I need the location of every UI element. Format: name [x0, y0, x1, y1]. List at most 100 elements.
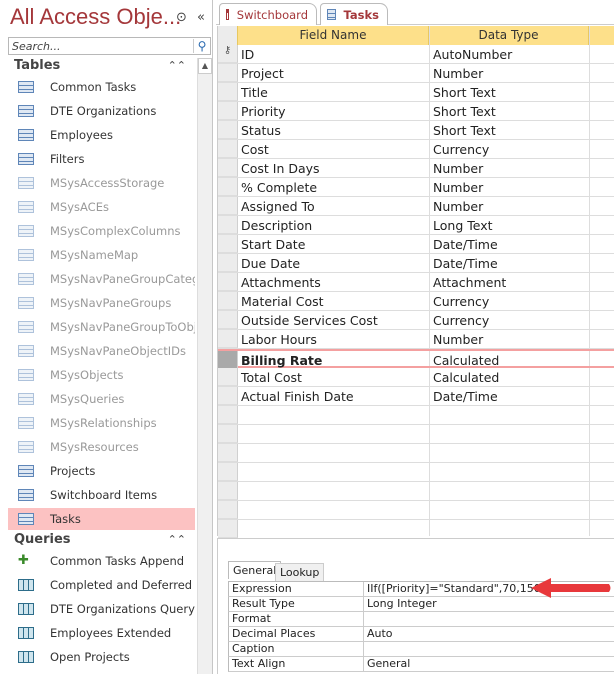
nav-item[interactable]: Switchboard Items: [8, 484, 195, 506]
row-selector[interactable]: [218, 292, 238, 310]
data-type-cell[interactable]: Number: [433, 180, 483, 195]
field-row[interactable]: Outside Services Cost Currency: [218, 311, 614, 330]
empty-row[interactable]: [218, 520, 614, 539]
field-name-cell[interactable]: Description: [241, 218, 312, 233]
collapse-icon[interactable]: ⌃⌃: [168, 56, 186, 76]
field-row[interactable]: Priority Short Text: [218, 102, 614, 121]
row-selector[interactable]: [218, 351, 238, 369]
field-name-cell[interactable]: Assigned To: [241, 199, 315, 214]
row-selector[interactable]: [218, 520, 238, 538]
field-row[interactable]: ⚷ ID AutoNumber: [218, 45, 614, 64]
nav-item[interactable]: MSysQueries: [8, 388, 195, 410]
nav-item[interactable]: Employees Extended: [8, 622, 195, 644]
tab-lookup[interactable]: Lookup: [275, 563, 325, 581]
row-selector[interactable]: [218, 273, 238, 291]
tab-tasks[interactable]: Tasks: [320, 3, 388, 25]
data-type-cell[interactable]: Number: [433, 199, 483, 214]
field-row[interactable]: Assigned To Number: [218, 197, 614, 216]
row-selector[interactable]: [218, 463, 238, 481]
data-type-cell[interactable]: Short Text: [433, 123, 496, 138]
field-row[interactable]: Description Long Text: [218, 216, 614, 235]
data-type-cell[interactable]: Date/Time: [433, 256, 498, 271]
row-selector[interactable]: [218, 159, 238, 177]
row-selector[interactable]: [218, 482, 238, 500]
nav-item[interactable]: ✚ Common Tasks Append: [8, 550, 195, 572]
data-type-cell[interactable]: AutoNumber: [433, 47, 512, 62]
empty-row[interactable]: [218, 482, 614, 501]
nav-item[interactable]: Common Tasks: [8, 76, 195, 98]
nav-item[interactable]: Filters: [8, 148, 195, 170]
nav-item[interactable]: MSysObjects: [8, 364, 195, 386]
field-row[interactable]: Total Cost Calculated: [218, 368, 614, 387]
field-row[interactable]: Start Date Date/Time: [218, 235, 614, 254]
group-header-queries[interactable]: Queries ⌃⌃: [14, 530, 194, 550]
row-selector[interactable]: [218, 368, 238, 386]
field-name-cell[interactable]: Start Date: [241, 237, 305, 252]
group-header-tables[interactable]: Tables ⌃⌃: [14, 56, 194, 76]
row-selector[interactable]: [218, 178, 238, 196]
field-name-cell[interactable]: Cost: [241, 142, 269, 157]
data-type-cell[interactable]: Long Text: [433, 218, 493, 233]
row-selector[interactable]: [218, 425, 238, 443]
nav-scrollbar[interactable]: ▲: [197, 58, 212, 674]
circle-chevron-down-icon[interactable]: ⊙: [176, 10, 187, 25]
empty-row[interactable]: [218, 463, 614, 482]
nav-item[interactable]: DTE Organizations Query: [8, 598, 195, 620]
field-row[interactable]: Title Short Text: [218, 83, 614, 102]
data-type-cell[interactable]: Attachment: [433, 275, 506, 290]
nav-item[interactable]: MSysComplexColumns: [8, 220, 195, 242]
property-row[interactable]: Format: [228, 612, 614, 627]
empty-row[interactable]: [218, 501, 614, 520]
field-name-cell[interactable]: Billing Rate: [241, 353, 322, 368]
row-selector[interactable]: [218, 311, 238, 329]
nav-item[interactable]: MSysAccessStorage: [8, 172, 195, 194]
nav-item[interactable]: Projects: [8, 460, 195, 482]
primary-key-icon[interactable]: ⚷: [218, 45, 238, 63]
nav-item[interactable]: MSysRelationships: [8, 412, 195, 434]
field-name-cell[interactable]: Outside Services Cost: [241, 313, 378, 328]
data-type-cell[interactable]: Short Text: [433, 104, 496, 119]
data-type-cell[interactable]: Date/Time: [433, 237, 498, 252]
nav-item[interactable]: MSysResources: [8, 436, 195, 458]
data-type-cell[interactable]: Currency: [433, 313, 489, 328]
property-value[interactable]: Auto: [363, 627, 393, 641]
nav-item[interactable]: MSysACEs: [8, 196, 195, 218]
field-row[interactable]: Labor Hours Number: [218, 330, 614, 349]
nav-item[interactable]: MSysNavPaneGroupCateg...: [8, 268, 195, 290]
property-value[interactable]: [363, 612, 367, 626]
field-name-cell[interactable]: Total Cost: [241, 370, 302, 385]
property-value[interactable]: Long Integer: [363, 597, 437, 611]
field-row[interactable]: Cost Currency: [218, 140, 614, 159]
field-name-cell[interactable]: Attachments: [241, 275, 321, 290]
field-name-cell[interactable]: Priority: [241, 104, 286, 119]
row-selector[interactable]: [218, 64, 238, 82]
double-chevron-left-icon[interactable]: «: [197, 10, 205, 25]
row-selector[interactable]: [218, 102, 238, 120]
data-type-cell[interactable]: Calculated: [433, 370, 499, 385]
field-name-cell[interactable]: Labor Hours: [241, 332, 317, 347]
data-type-cell[interactable]: Date/Time: [433, 389, 498, 404]
field-row[interactable]: % Complete Number: [218, 178, 614, 197]
search-icon[interactable]: ⚲: [193, 39, 210, 53]
row-selector[interactable]: [218, 406, 238, 424]
field-row[interactable]: Material Cost Currency: [218, 292, 614, 311]
row-selector[interactable]: [218, 254, 238, 272]
data-type-cell[interactable]: Number: [433, 332, 483, 347]
nav-item[interactable]: MSysNameMap: [8, 244, 195, 266]
collapse-icon[interactable]: ⌃⌃: [168, 530, 186, 550]
field-name-cell[interactable]: Due Date: [241, 256, 300, 271]
field-name-cell[interactable]: % Complete: [241, 180, 317, 195]
field-name-cell[interactable]: Title: [241, 85, 268, 100]
data-type-cell[interactable]: Calculated: [433, 353, 499, 368]
nav-item[interactable]: Open Projects: [8, 646, 195, 668]
row-selector[interactable]: [218, 140, 238, 158]
row-selector[interactable]: [218, 121, 238, 139]
empty-row[interactable]: [218, 406, 614, 425]
nav-item[interactable]: MSysNavPaneObjectIDs: [8, 340, 195, 362]
data-type-cell[interactable]: Number: [433, 66, 483, 81]
property-value[interactable]: IIf([Priority]="Standard",70,150): [363, 582, 545, 596]
row-selector[interactable]: [218, 235, 238, 253]
property-value[interactable]: General: [363, 657, 410, 671]
empty-row[interactable]: [218, 444, 614, 463]
property-row[interactable]: Text Align General: [228, 657, 614, 672]
